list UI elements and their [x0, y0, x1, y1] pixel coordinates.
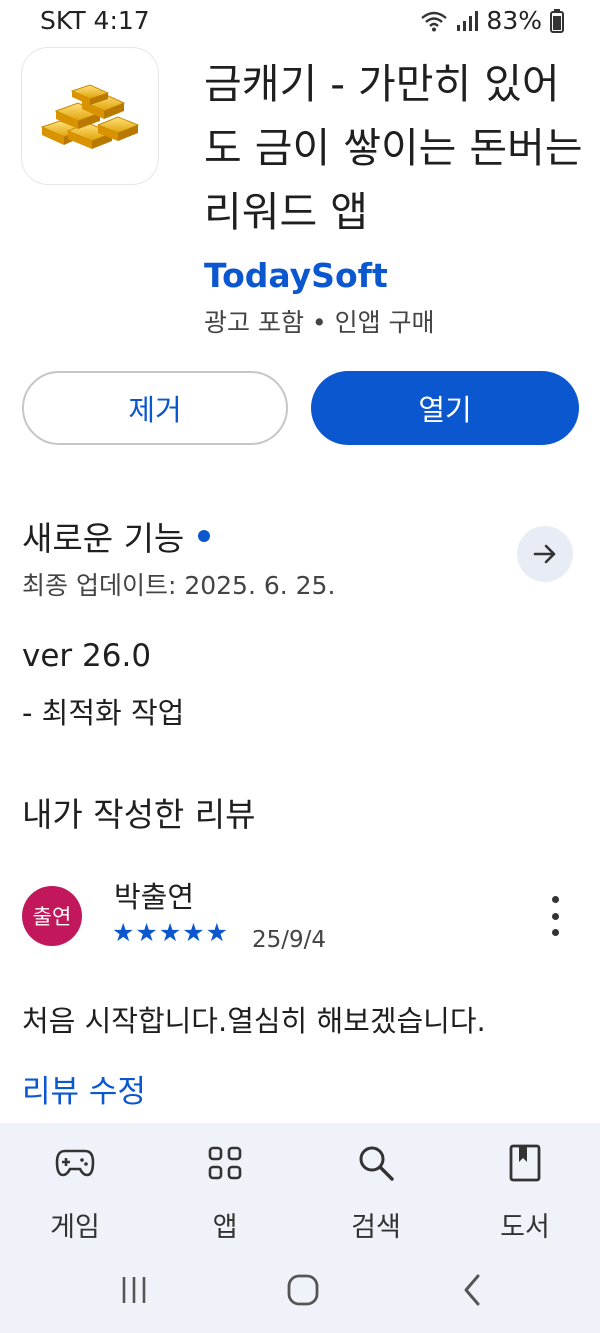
battery-icon: [550, 8, 564, 33]
review-date: 25/9/4: [252, 927, 327, 953]
edit-review-link[interactable]: 리뷰 수정: [22, 1066, 146, 1111]
home-button[interactable]: [283, 1270, 323, 1310]
whats-new-arrow-button[interactable]: [517, 526, 573, 582]
recent-apps-button[interactable]: [116, 1270, 152, 1310]
back-button[interactable]: [454, 1270, 490, 1310]
nav-item-books[interactable]: 도서: [470, 1141, 580, 1244]
wifi-icon: [421, 11, 448, 31]
back-icon: [464, 1274, 480, 1306]
whats-new-description: - 최적화 작업: [22, 696, 185, 730]
arrow-right-icon: [533, 544, 556, 564]
uninstall-button[interactable]: 제거: [22, 371, 288, 445]
app-meta-info: 광고 포함 • 인앱 구매: [204, 308, 435, 337]
signal-icon: [457, 10, 479, 31]
whats-new-version: ver 26.0: [22, 638, 152, 674]
my-review-heading: 내가 작성한 리뷰: [22, 795, 256, 834]
reviewer-name: 박출연: [114, 880, 195, 914]
whats-new-heading: 새로운 기능: [22, 512, 211, 560]
apps-grid-icon: [208, 1146, 242, 1180]
nav-item-apps[interactable]: 앱: [170, 1141, 280, 1244]
review-text: 처음 시작합니다.열심히 해보겠습니다.: [22, 1004, 486, 1038]
more-options-icon[interactable]: [540, 896, 570, 936]
open-button[interactable]: 열기: [311, 371, 579, 445]
avatar: 출연: [22, 886, 82, 946]
star-rating: ★★★★★: [112, 918, 230, 947]
nav-label-games: 게임: [50, 1212, 100, 1243]
bottom-nav: 게임 앱 검색 도서: [0, 1123, 600, 1333]
status-icons: 83%: [420, 6, 564, 35]
home-icon: [287, 1274, 319, 1306]
gold-bars-icon: [40, 84, 140, 149]
new-indicator-dot: [198, 530, 211, 542]
nav-item-search[interactable]: 검색: [321, 1141, 431, 1244]
last-updated-date: 최종 업데이트: 2025. 6. 25.: [22, 571, 336, 600]
status-carrier-time: SKT 4:17: [40, 6, 150, 35]
developer-link[interactable]: TodaySoft: [204, 256, 388, 295]
nav-item-games[interactable]: 게임: [20, 1141, 130, 1244]
gamepad-icon: [55, 1149, 95, 1177]
book-icon: [509, 1144, 541, 1182]
battery-percent: 83%: [486, 6, 542, 35]
recent-apps-icon: [122, 1277, 146, 1303]
app-icon: [22, 48, 158, 184]
nav-label-search: 검색: [351, 1212, 401, 1243]
whats-new-title: 새로운 기능: [22, 519, 185, 558]
nav-label-apps: 앱: [212, 1212, 238, 1243]
app-title: 금캐기 - 가만히 있어도 금이 쌓이는 돈버는 리워드 앱: [204, 60, 583, 236]
nav-label-books: 도서: [500, 1212, 550, 1243]
search-icon: [359, 1146, 394, 1181]
